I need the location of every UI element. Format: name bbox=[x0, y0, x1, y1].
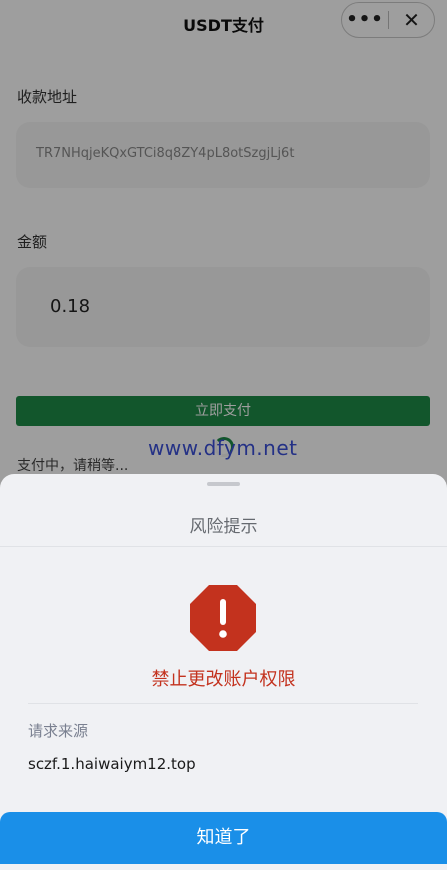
section-divider bbox=[28, 703, 418, 704]
request-source-value: sczf.1.haiwaiym12.top bbox=[28, 755, 196, 773]
warning-message: 禁止更改账户权限 bbox=[151, 669, 296, 690]
acknowledge-button[interactable]: 知道了 bbox=[0, 812, 447, 864]
risk-alert-sheet: 风险提示 禁止更改账户权限 请求来源 sczf.1.haiwaiym12.top… bbox=[0, 474, 447, 870]
request-source-label: 请求来源 bbox=[28, 722, 89, 740]
drag-handle[interactable] bbox=[207, 482, 240, 486]
title-divider bbox=[0, 546, 447, 547]
sheet-title: 风险提示 bbox=[189, 517, 258, 537]
warning-octagon-icon bbox=[190, 585, 256, 651]
